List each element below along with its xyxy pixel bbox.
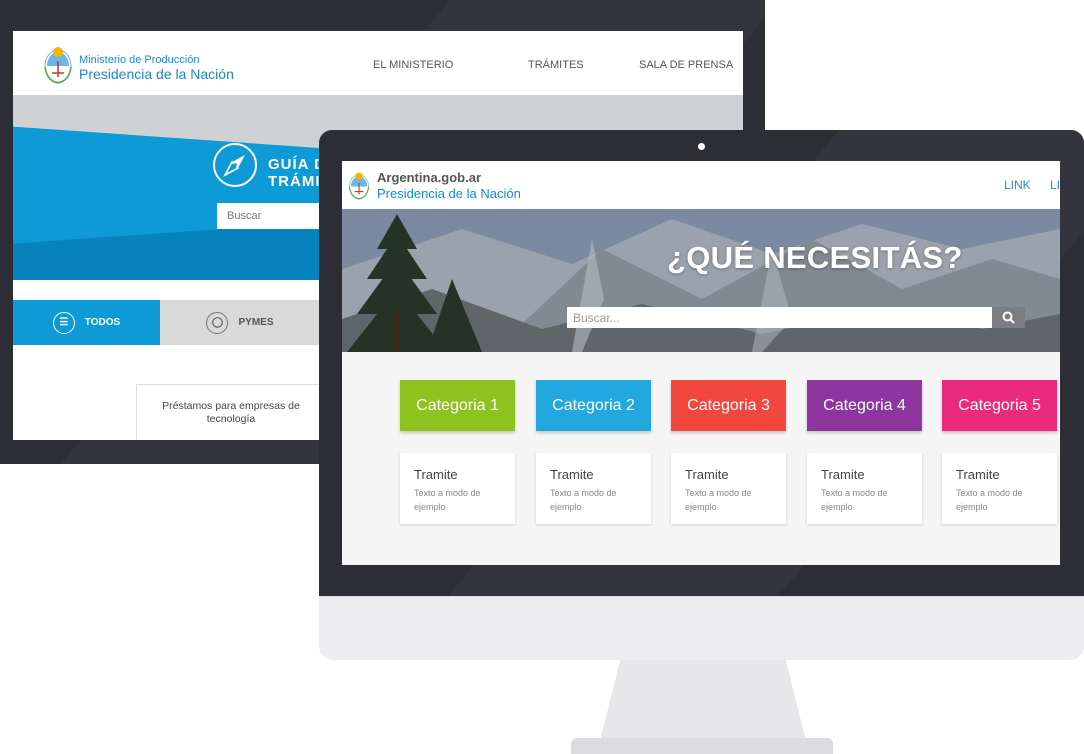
category-2-button[interactable]: Categoria 2 — [536, 380, 651, 431]
category-5-label: Categoria 5 — [958, 396, 1041, 414]
front-hero-banner: ¿QUÉ NECESITÁS? — [342, 209, 1060, 352]
tramite-card[interactable]: Tramite Texto a modo de ejemplo — [942, 453, 1057, 524]
imac-chin — [319, 596, 1084, 660]
tramite-card[interactable]: Tramite Texto a modo de ejemplo — [671, 453, 786, 524]
imac-stand — [600, 659, 806, 741]
category-1-button[interactable]: Categoria 1 — [400, 380, 515, 431]
procedure-card-text: Préstamos para empresas de tecnología — [162, 400, 300, 425]
hero-headline: ¿QUÉ NECESITÁS? — [667, 240, 963, 275]
tramite-title: Tramite — [414, 467, 458, 482]
search-button[interactable] — [992, 307, 1025, 328]
back-site-header: Ministerio de Producción Presidencia de … — [13, 31, 743, 96]
presidency-name: Presidencia de la Nación — [377, 186, 521, 201]
nav-sala-de-prensa[interactable]: SALA DE PRENSA — [639, 59, 733, 71]
list-icon: ☰ — [52, 311, 75, 334]
tramite-card[interactable]: Tramite Texto a modo de ejemplo — [536, 453, 651, 524]
tramite-card[interactable]: Tramite Texto a modo de ejemplo — [400, 453, 515, 524]
nav-el-ministerio[interactable]: EL MINISTERIO — [373, 59, 453, 71]
tramite-card[interactable]: Tramite Texto a modo de ejemplo — [807, 453, 922, 524]
tab-pymes-label: PYMES — [238, 317, 274, 328]
tramite-title: Tramite — [956, 467, 1000, 482]
tramite-title: Tramite — [550, 467, 594, 482]
category-5-button[interactable]: Categoria 5 — [942, 380, 1057, 431]
search-icon — [1002, 311, 1015, 324]
tab-todos[interactable]: ☰ TODOS — [13, 300, 160, 345]
presidency-name: Presidencia de la Nación — [79, 66, 234, 82]
tramite-title: Tramite — [685, 467, 729, 482]
tab-todos-label: TODOS — [84, 317, 121, 328]
front-monitor: Argentina.gob.ar Presidencia de la Nació… — [319, 130, 1084, 596]
mountain-landscape-image — [342, 209, 1060, 352]
tramite-description: Texto a modo de ejemplo — [956, 488, 1023, 512]
tramite-description: Texto a modo de ejemplo — [821, 488, 888, 512]
header-link-1[interactable]: LINK — [1004, 178, 1031, 192]
nav-tramites[interactable]: TRÁMITES — [528, 59, 584, 71]
coat-of-arms-logo — [44, 47, 72, 84]
front-website-screen: Argentina.gob.ar Presidencia de la Nació… — [342, 161, 1060, 565]
site-name: Argentina.gob.ar — [377, 170, 482, 185]
tramite-description: Texto a modo de ejemplo — [414, 488, 481, 512]
category-3-button[interactable]: Categoria 3 — [671, 380, 786, 431]
category-4-label: Categoria 4 — [823, 396, 906, 414]
front-site-header: Argentina.gob.ar Presidencia de la Nació… — [342, 161, 1060, 209]
category-4-button[interactable]: Categoria 4 — [807, 380, 922, 431]
lightbulb-icon: ◯ — [206, 311, 229, 334]
header-link-2[interactable]: LI — [1050, 178, 1060, 192]
tramite-description: Texto a modo de ejemplo — [550, 488, 617, 512]
category-1-label: Categoria 1 — [416, 396, 499, 414]
tab-pymes[interactable]: ◯ PYMES — [160, 300, 320, 345]
tramite-description: Texto a modo de ejemplo — [685, 488, 752, 512]
compass-icon — [213, 143, 257, 187]
procedure-card[interactable]: Préstamos para empresas de tecnología — [136, 384, 326, 440]
ministry-name: Ministerio de Producción — [79, 54, 200, 66]
tramite-title: Tramite — [821, 467, 865, 482]
category-2-label: Categoria 2 — [552, 396, 635, 414]
camera-dot — [698, 143, 705, 150]
category-3-label: Categoria 3 — [687, 396, 770, 414]
imac-stand-base — [571, 738, 833, 754]
front-search-input[interactable] — [567, 307, 992, 328]
coat-of-arms-logo — [348, 172, 370, 200]
